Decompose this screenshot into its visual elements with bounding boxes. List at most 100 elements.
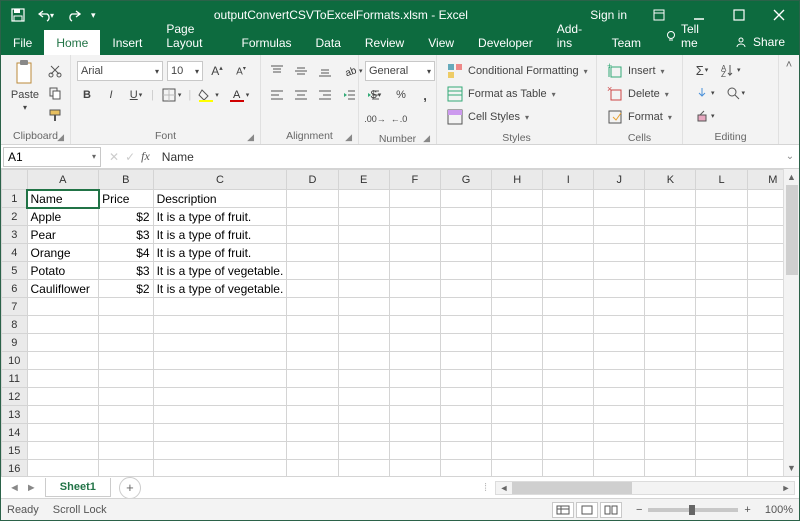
cell-J4[interactable] [594,244,645,262]
cell-D10[interactable] [287,352,338,370]
cell-C10[interactable] [153,352,287,370]
row-header-4[interactable]: 4 [2,244,28,262]
cell-I1[interactable] [543,190,594,208]
zoom-in-icon[interactable]: + [744,504,750,516]
cell-L7[interactable] [696,298,747,316]
cell-E10[interactable] [338,352,389,370]
tab-developer[interactable]: Developer [466,30,545,55]
cell-E2[interactable] [338,208,389,226]
font-color-button[interactable]: A▾ [226,85,253,105]
cell-I15[interactable] [543,442,594,460]
cell-J2[interactable] [594,208,645,226]
insert-function-icon[interactable]: fx [141,149,150,164]
tab-nav-prev-icon[interactable]: ◄ [9,482,20,494]
select-all-corner[interactable] [2,170,28,190]
cell-D2[interactable] [287,208,338,226]
find-select-button[interactable]: ▾ [722,83,749,103]
cell-F4[interactable] [389,244,440,262]
row-header-10[interactable]: 10 [2,352,28,370]
zoom-level[interactable]: 100% [765,504,793,516]
row-header-5[interactable]: 5 [2,262,28,280]
cell-B10[interactable] [99,352,153,370]
cell-C15[interactable] [153,442,287,460]
row-header-9[interactable]: 9 [2,334,28,352]
scroll-up-icon[interactable]: ▲ [784,169,799,185]
tab-team[interactable]: Team [600,30,653,55]
cell-A15[interactable] [27,442,99,460]
conditional-formatting-button[interactable]: Conditional Formatting▾ [443,60,592,82]
format-painter-button[interactable] [45,105,65,125]
comma-format-button[interactable]: , [415,85,435,105]
cell-D12[interactable] [287,388,338,406]
zoom-out-icon[interactable]: − [636,504,642,516]
cell-E3[interactable] [338,226,389,244]
cell-A4[interactable]: Orange [27,244,99,262]
column-header-J[interactable]: J [594,170,645,190]
cell-H9[interactable] [492,334,543,352]
cell-L3[interactable] [696,226,747,244]
view-page-layout-button[interactable] [576,502,598,518]
cell-B2[interactable]: $2 [99,208,153,226]
tab-home[interactable]: Home [44,30,100,55]
align-right-button[interactable] [315,85,335,105]
cell-F11[interactable] [389,370,440,388]
zoom-track[interactable] [648,508,738,512]
align-middle-button[interactable] [291,61,311,81]
cell-H14[interactable] [492,424,543,442]
zoom-knob[interactable] [689,505,695,515]
horizontal-scroll-thumb[interactable] [512,482,632,494]
cell-D4[interactable] [287,244,338,262]
share-button[interactable]: Share [721,28,799,55]
cell-C3[interactable]: It is a type of fruit. [153,226,287,244]
column-header-H[interactable]: H [492,170,543,190]
cell-B13[interactable] [99,406,153,424]
cell-C1[interactable]: Description [153,190,287,208]
close-button[interactable] [759,1,799,29]
scroll-down-icon[interactable]: ▼ [784,460,799,476]
cell-I10[interactable] [543,352,594,370]
cell-K14[interactable] [645,424,696,442]
collapse-ribbon-icon[interactable]: ˄ [779,55,799,144]
cell-B16[interactable] [99,460,153,477]
cell-J3[interactable] [594,226,645,244]
column-header-G[interactable]: G [440,170,491,190]
tab-file[interactable]: File [1,30,44,55]
cell-B4[interactable]: $4 [99,244,153,262]
view-normal-button[interactable] [552,502,574,518]
cell-G11[interactable] [440,370,491,388]
cell-I9[interactable] [543,334,594,352]
cell-A2[interactable]: Apple [27,208,99,226]
formula-bar[interactable]: Name [156,150,781,164]
tab-view[interactable]: View [416,30,466,55]
cell-L16[interactable] [696,460,747,477]
cell-C4[interactable]: It is a type of fruit. [153,244,287,262]
cell-G4[interactable] [440,244,491,262]
decrease-indent-button[interactable] [339,85,359,105]
cell-B8[interactable] [99,316,153,334]
cell-G15[interactable] [440,442,491,460]
grid-viewport[interactable]: ABCDEFGHIJKLM1NamePriceDescription2Apple… [1,169,799,476]
cell-J6[interactable] [594,280,645,298]
cell-G16[interactable] [440,460,491,477]
cell-E12[interactable] [338,388,389,406]
save-icon[interactable] [9,6,27,24]
cell-G13[interactable] [440,406,491,424]
column-header-A[interactable]: A [27,170,99,190]
percent-format-button[interactable]: % [391,85,411,105]
cell-G14[interactable] [440,424,491,442]
cell-styles-button[interactable]: Cell Styles▾ [443,106,533,128]
cell-J10[interactable] [594,352,645,370]
cell-H15[interactable] [492,442,543,460]
cell-I3[interactable] [543,226,594,244]
cell-C5[interactable]: It is a type of vegetable. [153,262,287,280]
cell-G6[interactable] [440,280,491,298]
tab-review[interactable]: Review [353,30,416,55]
cell-J13[interactable] [594,406,645,424]
row-header-6[interactable]: 6 [2,280,28,298]
decrease-font-button[interactable]: A▾ [231,61,251,81]
cell-J15[interactable] [594,442,645,460]
cell-G8[interactable] [440,316,491,334]
cell-D16[interactable] [287,460,338,477]
column-header-F[interactable]: F [389,170,440,190]
cell-L15[interactable] [696,442,747,460]
